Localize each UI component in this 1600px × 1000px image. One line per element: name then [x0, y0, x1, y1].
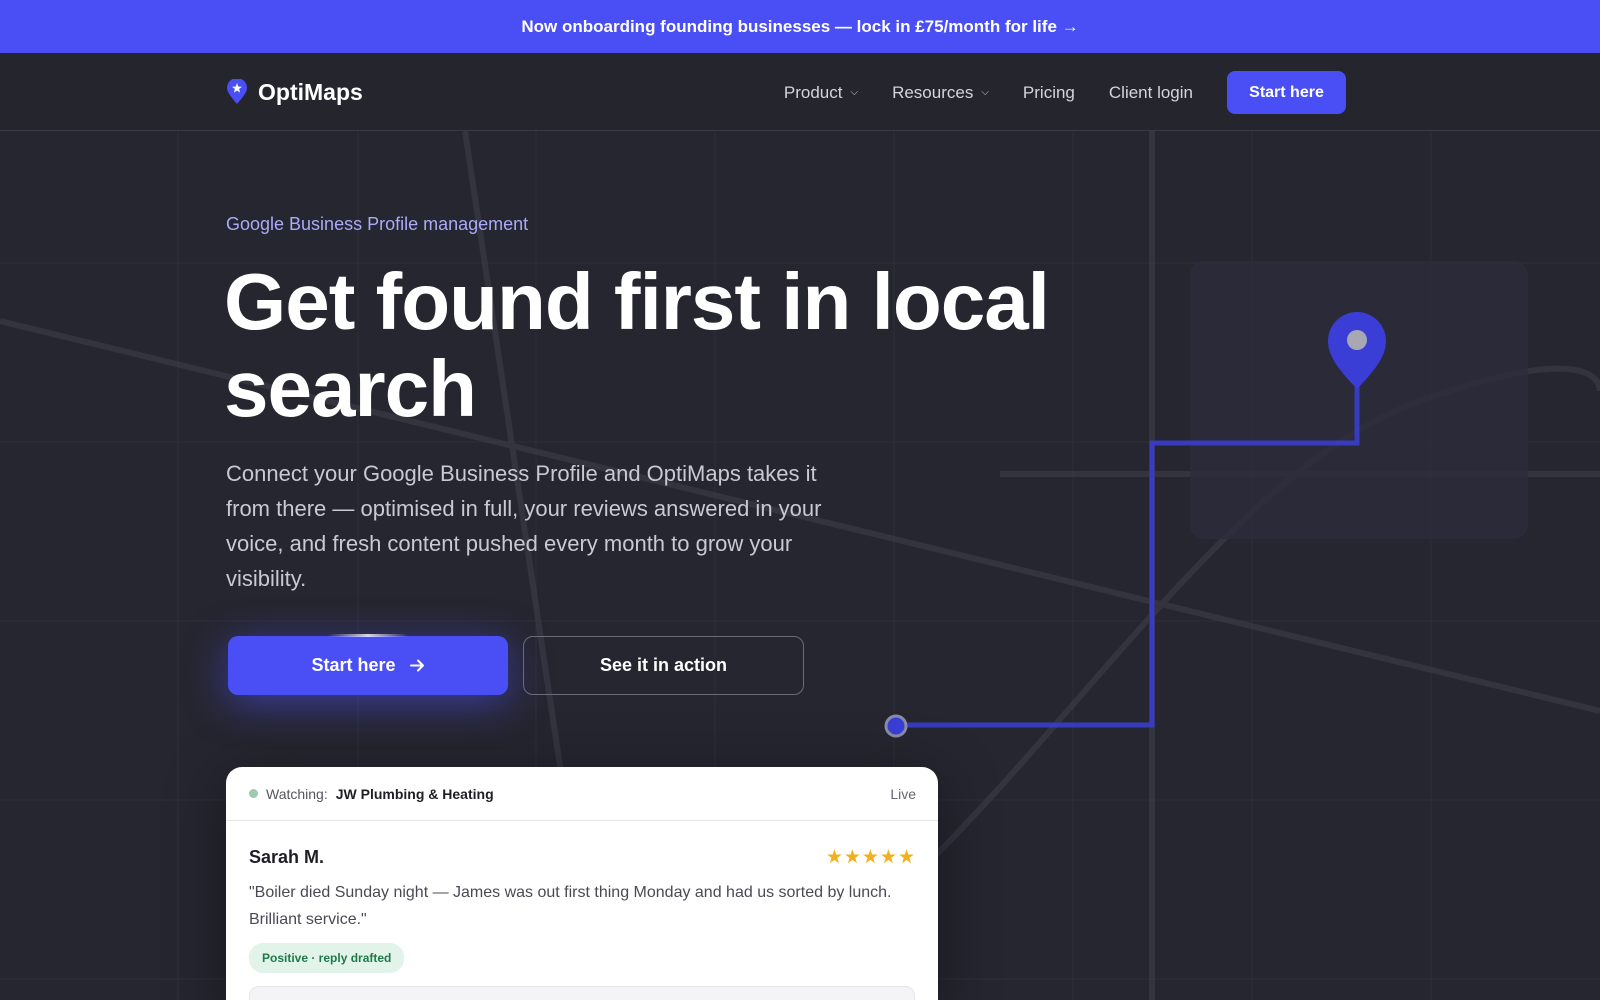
banner-text[interactable]: Now onboarding founding businesses — loc…: [521, 17, 1078, 37]
nav-item-label: Client login: [1108, 82, 1193, 102]
star-rating-icon: ★★★★★: [825, 847, 916, 868]
start-here-label: Start here: [311, 655, 396, 675]
business-name: JW Plumbing & Heating: [335, 785, 494, 802]
review-preview-card: Watching: JW Plumbing & Heating Live Sar…: [226, 767, 938, 1000]
reviewer-name: Sarah M.: [249, 847, 325, 867]
start-here-nav-button[interactable]: Start here: [1227, 71, 1346, 114]
sentiment-badge: Positive · reply drafted: [249, 943, 405, 973]
review-item: Sarah M. ★★★★★ "Boiler died Sunday night…: [226, 846, 938, 973]
nav-item-label: Product: [783, 82, 843, 102]
status-dot-icon: [249, 789, 258, 798]
hero-title-line-2: search: [224, 344, 477, 433]
start-here-button[interactable]: Start here: [228, 634, 508, 695]
reply-draft-box[interactable]: [249, 986, 915, 1000]
hero-title-line-1: Get found first in local: [224, 257, 1050, 346]
card-header: Watching: JW Plumbing & Heating Live: [226, 767, 938, 821]
see-it-in-action-button[interactable]: See it in action: [523, 636, 804, 695]
live-status: Live: [890, 785, 916, 802]
top-navigation: OptiMaps Product ⌵ Resources ⌵ Pricing C…: [0, 53, 1600, 131]
announcement-banner[interactable]: Now onboarding founding businesses — loc…: [0, 0, 1600, 53]
nav-item-label: Resources: [892, 82, 974, 102]
logo-text: OptiMaps: [258, 78, 363, 105]
arrow-right-icon: [409, 659, 424, 672]
button-glow: [328, 634, 408, 637]
logo[interactable]: OptiMaps: [226, 75, 363, 109]
nav-links: Product ⌵ Resources ⌵ Pricing Client log…: [767, 71, 1346, 114]
logo-pin-icon: [227, 79, 247, 104]
hero-subtitle: Connect your Google Business Profile and…: [226, 461, 822, 591]
nav-item-label: Pricing: [1022, 82, 1075, 102]
review-text: "Boiler died Sunday night — James was ou…: [249, 884, 892, 928]
nav-item-product[interactable]: Product ⌵: [767, 83, 875, 103]
hero-title: Get found first in local search: [224, 258, 1124, 432]
watching-label: Watching:: [266, 785, 328, 802]
chevron-down-icon: ⌵: [850, 87, 859, 98]
nav-item-pricing[interactable]: Pricing: [1006, 83, 1092, 103]
nav-item-resources[interactable]: Resources ⌵: [875, 83, 1006, 103]
chevron-down-icon: ⌵: [981, 87, 989, 98]
hero-eyebrow: Google Business Profile management: [226, 214, 529, 234]
nav-item-client-login[interactable]: Client login: [1092, 83, 1210, 103]
